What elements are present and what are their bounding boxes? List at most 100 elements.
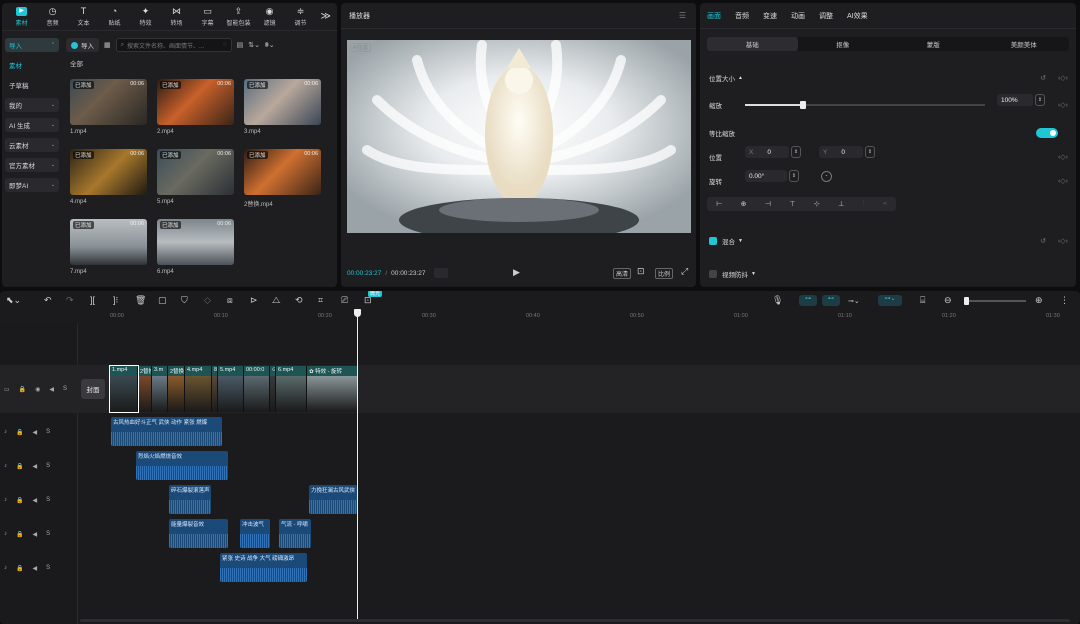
audio-clip[interactable]: 古风热血好斗正气 武侠 动作 紧张 燃爆: [111, 417, 222, 446]
volume-icon[interactable]: ◀: [32, 429, 37, 436]
grid-view-icon[interactable]: ▦: [104, 41, 111, 49]
position-y-stepper[interactable]: ⇕: [865, 146, 875, 158]
media-thumb[interactable]: 已添加 00:06 2替换.mp4: [244, 149, 321, 208]
rotate-stepper[interactable]: ⇕: [789, 170, 799, 182]
media-thumb[interactable]: 已添加 00:06 4.mp4: [70, 149, 147, 205]
timecode-toggle[interactable]: [433, 268, 448, 278]
fit-icon[interactable]: ⌸: [920, 295, 925, 306]
more-tabs-icon[interactable]: ≫: [321, 11, 331, 22]
position-y-input[interactable]: Y0: [819, 146, 863, 158]
tab-animation[interactable]: 动画: [791, 11, 805, 21]
video-clip[interactable]: 2替换: [168, 366, 185, 412]
marker-icon[interactable]: ◇: [204, 295, 211, 306]
cover-button[interactable]: 封面: [81, 379, 105, 399]
redo-icon[interactable]: ↷: [66, 295, 74, 306]
tab-audio[interactable]: ◷ 音频: [37, 3, 68, 30]
microphone-icon[interactable]: 🎙: [772, 295, 783, 306]
fullscreen-icon[interactable]: ⤢: [681, 266, 688, 277]
video-clip[interactable]: 1.mp4: [109, 365, 139, 413]
solo-icon[interactable]: S: [46, 565, 50, 571]
solo-icon[interactable]: S: [46, 463, 50, 469]
scale-slider-knob[interactable]: [799, 101, 806, 109]
sidebar-item-cloud[interactable]: 云素材 ⌄: [5, 138, 59, 152]
media-thumb[interactable]: 已添加 00:06 6.mp4: [157, 219, 234, 275]
link-icon[interactable]: ⊸⌄: [848, 297, 860, 305]
tab-media[interactable]: ▶ 素材: [6, 3, 37, 30]
video-clip[interactable]: 6.mp4: [276, 366, 307, 412]
sidebar-item-jimeng-ai[interactable]: 即梦AI ⌄: [5, 178, 59, 192]
tab-adjust-prop[interactable]: 调整: [819, 11, 833, 21]
media-thumb[interactable]: 已添加 00:06 5.mp4: [157, 149, 234, 205]
menu-icon[interactable]: ☰: [679, 11, 686, 20]
flip-v-icon[interactable]: ⫷: [883, 200, 887, 208]
search-input[interactable]: ⌕ 搜索文件名称、画面情节、... ◌: [115, 38, 232, 52]
preview-axis-icon[interactable]: ⊶⌄: [878, 295, 902, 306]
reset-icon[interactable]: ↺: [1040, 237, 1046, 245]
tab-picture[interactable]: 画面: [707, 11, 721, 21]
tab-effects[interactable]: ✦ 特效: [130, 3, 161, 30]
scale-stepper[interactable]: ⇕: [1035, 94, 1045, 106]
audio-clip[interactable]: 碎石爆裂滚落声: [169, 485, 211, 514]
position-x-stepper[interactable]: ⇕: [791, 146, 801, 158]
align-top-icon[interactable]: ⊤: [789, 200, 795, 208]
mute-icon[interactable]: ◀: [49, 386, 54, 393]
stabilize-checkbox[interactable]: [709, 270, 717, 278]
import-button[interactable]: 导入: [66, 38, 99, 52]
sidebar-item-import[interactable]: 导入 ⌃: [5, 38, 59, 52]
select-cursor-icon[interactable]: ⬉⌄: [6, 295, 21, 306]
scale-slider-track[interactable]: [745, 101, 985, 109]
split-left-icon[interactable]: ]⁝: [113, 295, 118, 306]
align-right-icon[interactable]: ⊣: [765, 200, 771, 208]
shield-icon[interactable]: ⛉: [181, 295, 188, 306]
solo-icon[interactable]: S: [46, 497, 50, 503]
media-thumb[interactable]: 已添加 00:06 3.mp4: [244, 79, 321, 135]
position-x-input[interactable]: X0: [745, 146, 789, 158]
tab-ai-effects[interactable]: AI效果: [847, 11, 868, 21]
lock-icon[interactable]: 🔒: [16, 565, 23, 572]
zoom-slider-knob[interactable]: [964, 297, 969, 305]
scale-input[interactable]: 100%: [997, 94, 1033, 106]
media-thumb[interactable]: 已添加 00:06 1.mp4: [70, 79, 147, 135]
sidebar-item-mine[interactable]: 我的 ⌄: [5, 98, 59, 112]
quality-button[interactable]: 高清: [613, 268, 632, 279]
tab-subtitle[interactable]: ▭ 字幕: [192, 3, 223, 30]
video-clip[interactable]: 5.mp4: [218, 366, 244, 412]
blend-checkbox[interactable]: [709, 237, 717, 245]
keyframe-icon[interactable]: ‹◇›: [1058, 237, 1068, 245]
screenshot-icon[interactable]: ⊡: [637, 266, 645, 277]
video-preview[interactable]: AI生成: [347, 40, 691, 233]
audio-clip[interactable]: 能量爆裂音效: [169, 519, 228, 548]
video-clip[interactable]: ✿ 特效 - 旋转: [307, 366, 358, 412]
video-clip[interactable]: 4.mp4: [185, 366, 212, 412]
refresh-icon[interactable]: ◌: [223, 42, 227, 48]
flip-h-icon[interactable]: ⫶: [863, 200, 865, 208]
align-bottom-icon[interactable]: ⊥: [838, 200, 844, 208]
video-clip[interactable]: 2替换: [138, 366, 152, 412]
subtab-basic[interactable]: 基础: [707, 37, 798, 51]
keyframe-icon[interactable]: ‹◇›: [1058, 101, 1068, 109]
mirror-icon[interactable]: ⧍: [272, 295, 280, 306]
rotate-icon[interactable]: ⟲: [295, 295, 303, 306]
ratio-button[interactable]: 比例: [655, 268, 674, 279]
freeze-icon[interactable]: ⧈: [227, 295, 233, 306]
timeline-ruler[interactable]: 00:00 00:10 00:20 00:30 00:40 00:50 01:00 01:10…: [108, 313, 1080, 323]
crop-icon[interactable]: ⌗: [318, 295, 323, 306]
tab-sticker[interactable]: ◔ 贴纸: [99, 3, 130, 30]
tab-adjust[interactable]: ≑ 调节: [285, 3, 316, 30]
sidebar-item-material[interactable]: 素材: [5, 58, 59, 72]
eye-icon[interactable]: ◉: [35, 386, 40, 393]
main-track-magnet-icon[interactable]: ⊶: [799, 295, 817, 306]
lock-icon[interactable]: 🔒: [16, 497, 23, 504]
tab-filter[interactable]: ◉ 滤镜: [254, 3, 285, 30]
volume-icon[interactable]: ◀: [32, 565, 37, 572]
tab-audio-prop[interactable]: 音频: [735, 11, 749, 21]
lock-icon[interactable]: 🔒: [16, 429, 23, 436]
audio-clip[interactable]: 紧张 史诗 战争 大气 磅礴激昂: [220, 553, 307, 582]
volume-icon[interactable]: ◀: [32, 497, 37, 504]
volume-icon[interactable]: ◀: [32, 531, 37, 538]
rotate-dial-icon[interactable]: -: [821, 171, 832, 182]
keyframe-icon[interactable]: ‹◇›: [1058, 74, 1068, 82]
uniform-scale-toggle[interactable]: [1036, 128, 1058, 138]
keyframe-icon[interactable]: ‹◇›: [1058, 177, 1068, 185]
subtab-keying[interactable]: 抠像: [798, 37, 889, 51]
